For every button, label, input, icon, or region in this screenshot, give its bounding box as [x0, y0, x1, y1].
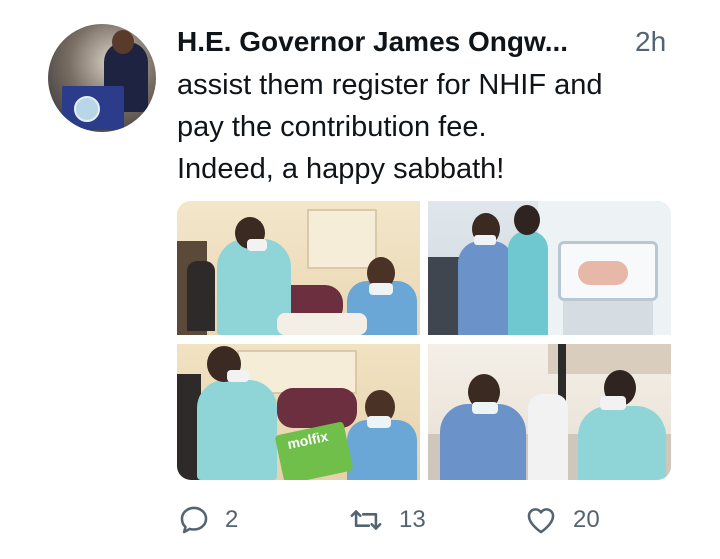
retweet-icon	[347, 503, 385, 537]
like-button[interactable]: 20	[523, 500, 600, 540]
media-photo-4[interactable]	[428, 344, 671, 480]
avatar-seal	[74, 96, 100, 122]
tweet-header: H.E. Governor James Ongw... 2h	[177, 22, 677, 62]
tweet-text-line: pay the contribution fee.	[177, 111, 487, 143]
avatar-head	[112, 30, 134, 54]
tweet[interactable]: H.E. Governor James Ongw... 2h assist th…	[0, 0, 720, 559]
tweet-timestamp[interactable]: 2h	[635, 22, 666, 62]
heart-icon	[523, 503, 559, 537]
reply-icon	[177, 503, 211, 537]
media-photo-2[interactable]	[428, 201, 671, 335]
media-photo-1[interactable]	[177, 201, 420, 335]
reply-button[interactable]: 2	[177, 500, 238, 540]
media-grid: molfix	[177, 201, 671, 480]
retweet-count: 13	[399, 506, 426, 533]
tweet-text-line: assist them register for NHIF and	[177, 69, 603, 101]
reply-count: 2	[225, 506, 239, 533]
retweet-button[interactable]: 13	[347, 500, 426, 540]
author-name[interactable]: H.E. Governor James Ongw...	[177, 26, 568, 58]
like-count: 20	[573, 506, 600, 533]
media-photo-3[interactable]: molfix	[177, 344, 420, 480]
tweet-text: assist them register for NHIF and pay th…	[177, 64, 687, 190]
author-avatar[interactable]	[48, 24, 156, 132]
tweet-actions: 2 13 20	[177, 500, 677, 540]
tweet-text-line: Indeed, a happy sabbath!	[177, 153, 505, 185]
